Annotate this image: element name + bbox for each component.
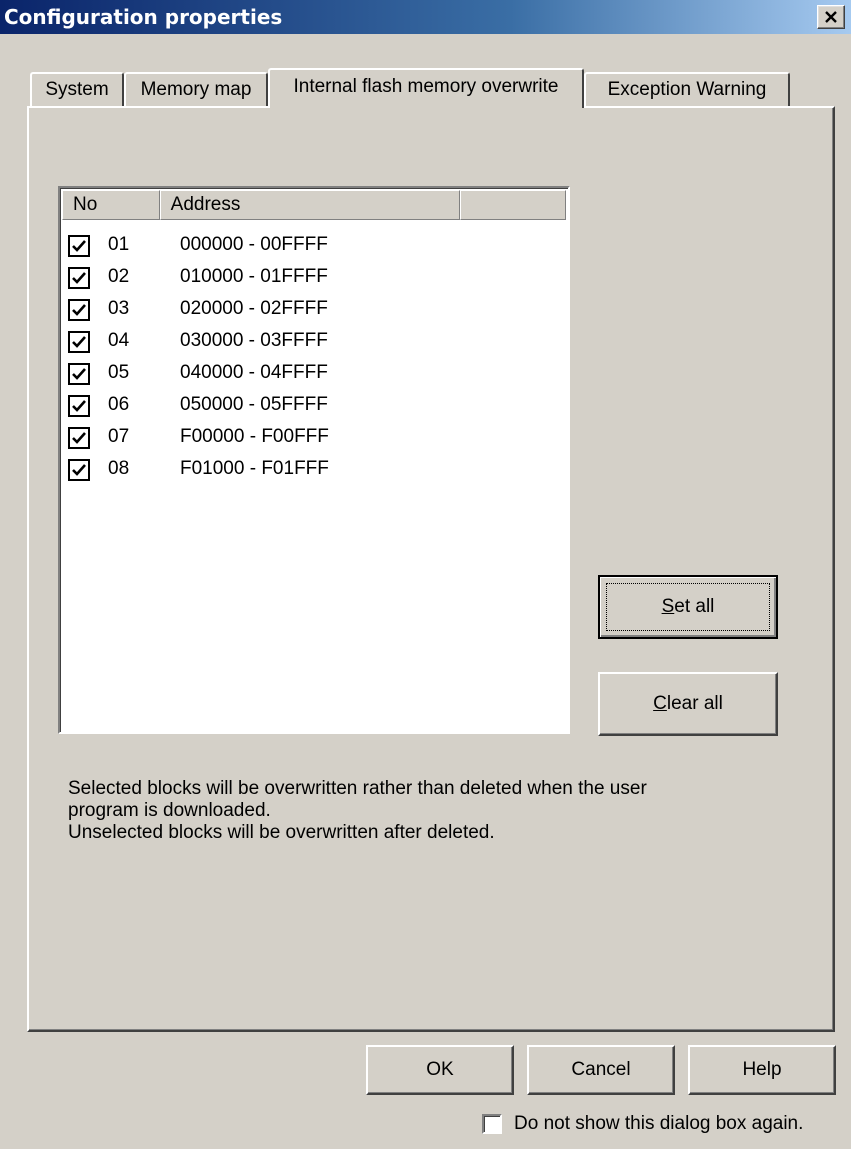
row-address: 050000 - 05FFFF — [180, 394, 328, 415]
row-address: 040000 - 04FFFF — [180, 362, 328, 383]
checkmark-icon — [72, 240, 86, 252]
list-item[interactable]: 01 000000 - 00FFFF — [68, 230, 328, 262]
checkmark-icon — [72, 272, 86, 284]
checkmark-icon — [72, 432, 86, 444]
tab-label: Internal flash memory overwrite — [293, 76, 559, 97]
tab-label: Exception Warning — [607, 79, 767, 100]
row-number: 03 — [108, 298, 130, 319]
row-address: 030000 - 03FFFF — [180, 330, 328, 351]
row-checkbox[interactable] — [68, 267, 90, 289]
overwrite-note: Selected blocks will be overwritten rath… — [68, 778, 647, 844]
help-button[interactable]: Help — [688, 1045, 836, 1095]
close-icon — [825, 11, 837, 23]
column-header-address[interactable]: Address — [159, 190, 461, 220]
row-checkbox[interactable] — [68, 299, 90, 321]
window-title: Configuration properties — [4, 5, 283, 29]
tab-internal-flash-memory-overwrite[interactable]: Internal flash memory overwrite — [268, 68, 584, 108]
list-item[interactable]: 07 F00000 - F00FFF — [68, 422, 329, 454]
row-checkbox[interactable] — [68, 235, 90, 257]
flash-block-list[interactable]: No Address 01 000000 - 00FFFF 02 010000 … — [58, 186, 570, 734]
tab-label: Memory map — [140, 79, 252, 100]
dont-show-again-option[interactable]: Do not show this dialog box again. — [482, 1113, 803, 1135]
row-number: 07 — [108, 426, 130, 447]
list-item[interactable]: 03 020000 - 02FFFF — [68, 294, 328, 326]
help-label: Help — [742, 1059, 782, 1080]
list-item[interactable]: 02 010000 - 01FFFF — [68, 262, 328, 294]
list-item[interactable]: 08 F01000 - F01FFF — [68, 454, 329, 486]
list-item[interactable]: 06 050000 - 05FFFF — [68, 390, 328, 422]
row-address: 020000 - 02FFFF — [180, 298, 328, 319]
list-item[interactable]: 04 030000 - 03FFFF — [68, 326, 328, 358]
row-checkbox[interactable] — [68, 395, 90, 417]
ok-button[interactable]: OK — [366, 1045, 514, 1095]
set-all-button[interactable]: Set all — [598, 575, 778, 639]
row-checkbox[interactable] — [68, 331, 90, 353]
row-checkbox[interactable] — [68, 459, 90, 481]
checkmark-icon — [72, 368, 86, 380]
cancel-label: Cancel — [571, 1059, 631, 1080]
checkmark-icon — [72, 464, 86, 476]
configuration-dialog: Configuration properties System Memory m… — [0, 0, 851, 1149]
tab-exception-warning[interactable]: Exception Warning — [584, 72, 790, 106]
row-address: 010000 - 01FFFF — [180, 266, 328, 287]
ok-label: OK — [426, 1059, 454, 1080]
column-header-blank[interactable] — [460, 190, 566, 220]
list-header: No Address — [62, 190, 566, 220]
dont-show-again-checkbox[interactable] — [482, 1114, 502, 1134]
row-address: F01000 - F01FFF — [180, 458, 329, 479]
column-header-no[interactable]: No — [62, 190, 160, 220]
title-bar[interactable]: Configuration properties — [0, 0, 851, 34]
row-number: 05 — [108, 362, 130, 383]
row-checkbox[interactable] — [68, 363, 90, 385]
tab-label: System — [45, 79, 109, 100]
row-number: 06 — [108, 394, 130, 415]
tab-system[interactable]: System — [30, 72, 124, 106]
checkmark-icon — [72, 336, 86, 348]
focus-rectangle — [606, 583, 770, 631]
clear-all-label: Clear all — [653, 693, 723, 715]
row-address: 000000 - 00FFFF — [180, 234, 328, 255]
row-number: 08 — [108, 458, 130, 479]
note-line: program is downloaded. — [68, 800, 271, 821]
clear-all-accelerator: C — [653, 693, 667, 714]
note-line: Unselected blocks will be overwritten af… — [68, 822, 495, 843]
row-number: 01 — [108, 234, 130, 255]
list-item[interactable]: 05 040000 - 04FFFF — [68, 358, 328, 390]
checkmark-icon — [72, 304, 86, 316]
row-checkbox[interactable] — [68, 427, 90, 449]
note-line: Selected blocks will be overwritten rath… — [68, 778, 647, 799]
cancel-button[interactable]: Cancel — [527, 1045, 675, 1095]
row-number: 04 — [108, 330, 130, 351]
close-button[interactable] — [817, 5, 845, 29]
row-number: 02 — [108, 266, 130, 287]
checkmark-icon — [72, 400, 86, 412]
row-address: F00000 - F00FFF — [180, 426, 329, 447]
tab-memory-map[interactable]: Memory map — [124, 72, 268, 106]
clear-all-label-rest: lear all — [666, 693, 723, 714]
clear-all-button[interactable]: Clear all — [598, 672, 778, 736]
dont-show-again-label: Do not show this dialog box again. — [514, 1113, 804, 1134]
